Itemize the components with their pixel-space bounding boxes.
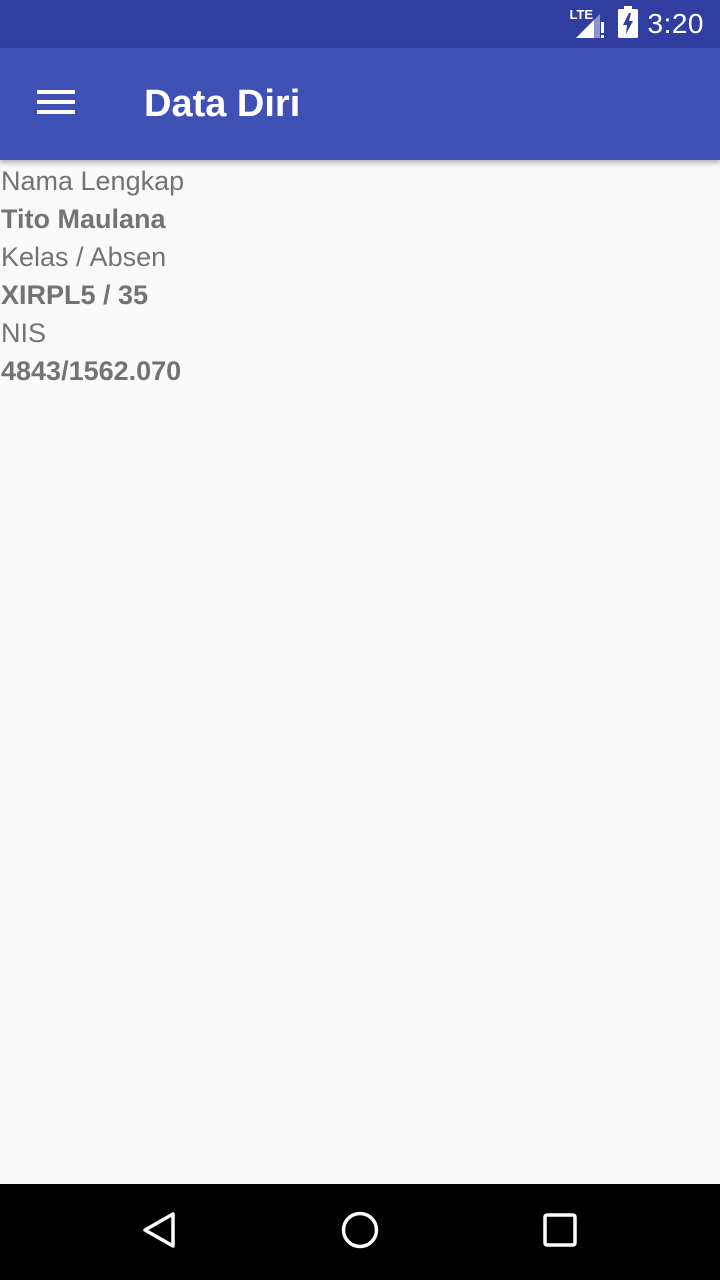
battery-charging-icon bbox=[617, 5, 638, 43]
back-icon bbox=[140, 1210, 180, 1255]
lte-signal-icon: LTE bbox=[570, 8, 608, 40]
status-bar: LTE 3:20 bbox=[0, 0, 720, 48]
nis-label: NIS bbox=[1, 318, 47, 348]
recents-icon bbox=[540, 1210, 580, 1255]
name-label: Nama Lengkap bbox=[1, 166, 185, 196]
home-icon bbox=[340, 1210, 380, 1255]
page-title: Data Diri bbox=[144, 83, 301, 125]
menu-button[interactable] bbox=[24, 76, 88, 132]
nis-value: 4843/1562.070 bbox=[1, 356, 182, 386]
home-button[interactable] bbox=[328, 1200, 392, 1264]
status-icons: LTE 3:20 bbox=[570, 0, 705, 48]
name-value: Tito Maulana bbox=[1, 204, 166, 234]
app-bar: Data Diri bbox=[0, 48, 720, 160]
hamburger-menu-icon bbox=[37, 88, 75, 121]
back-button[interactable] bbox=[128, 1200, 192, 1264]
profile-content: Nama Lengkap Tito Maulana Kelas / Absen … bbox=[0, 160, 720, 1184]
status-time: 3:20 bbox=[647, 8, 704, 39]
recents-button[interactable] bbox=[528, 1200, 592, 1264]
class-attendance-value: XIRPL5 / 35 bbox=[1, 280, 149, 310]
class-attendance-label: Kelas / Absen bbox=[1, 242, 167, 272]
navigation-bar bbox=[0, 1184, 720, 1280]
